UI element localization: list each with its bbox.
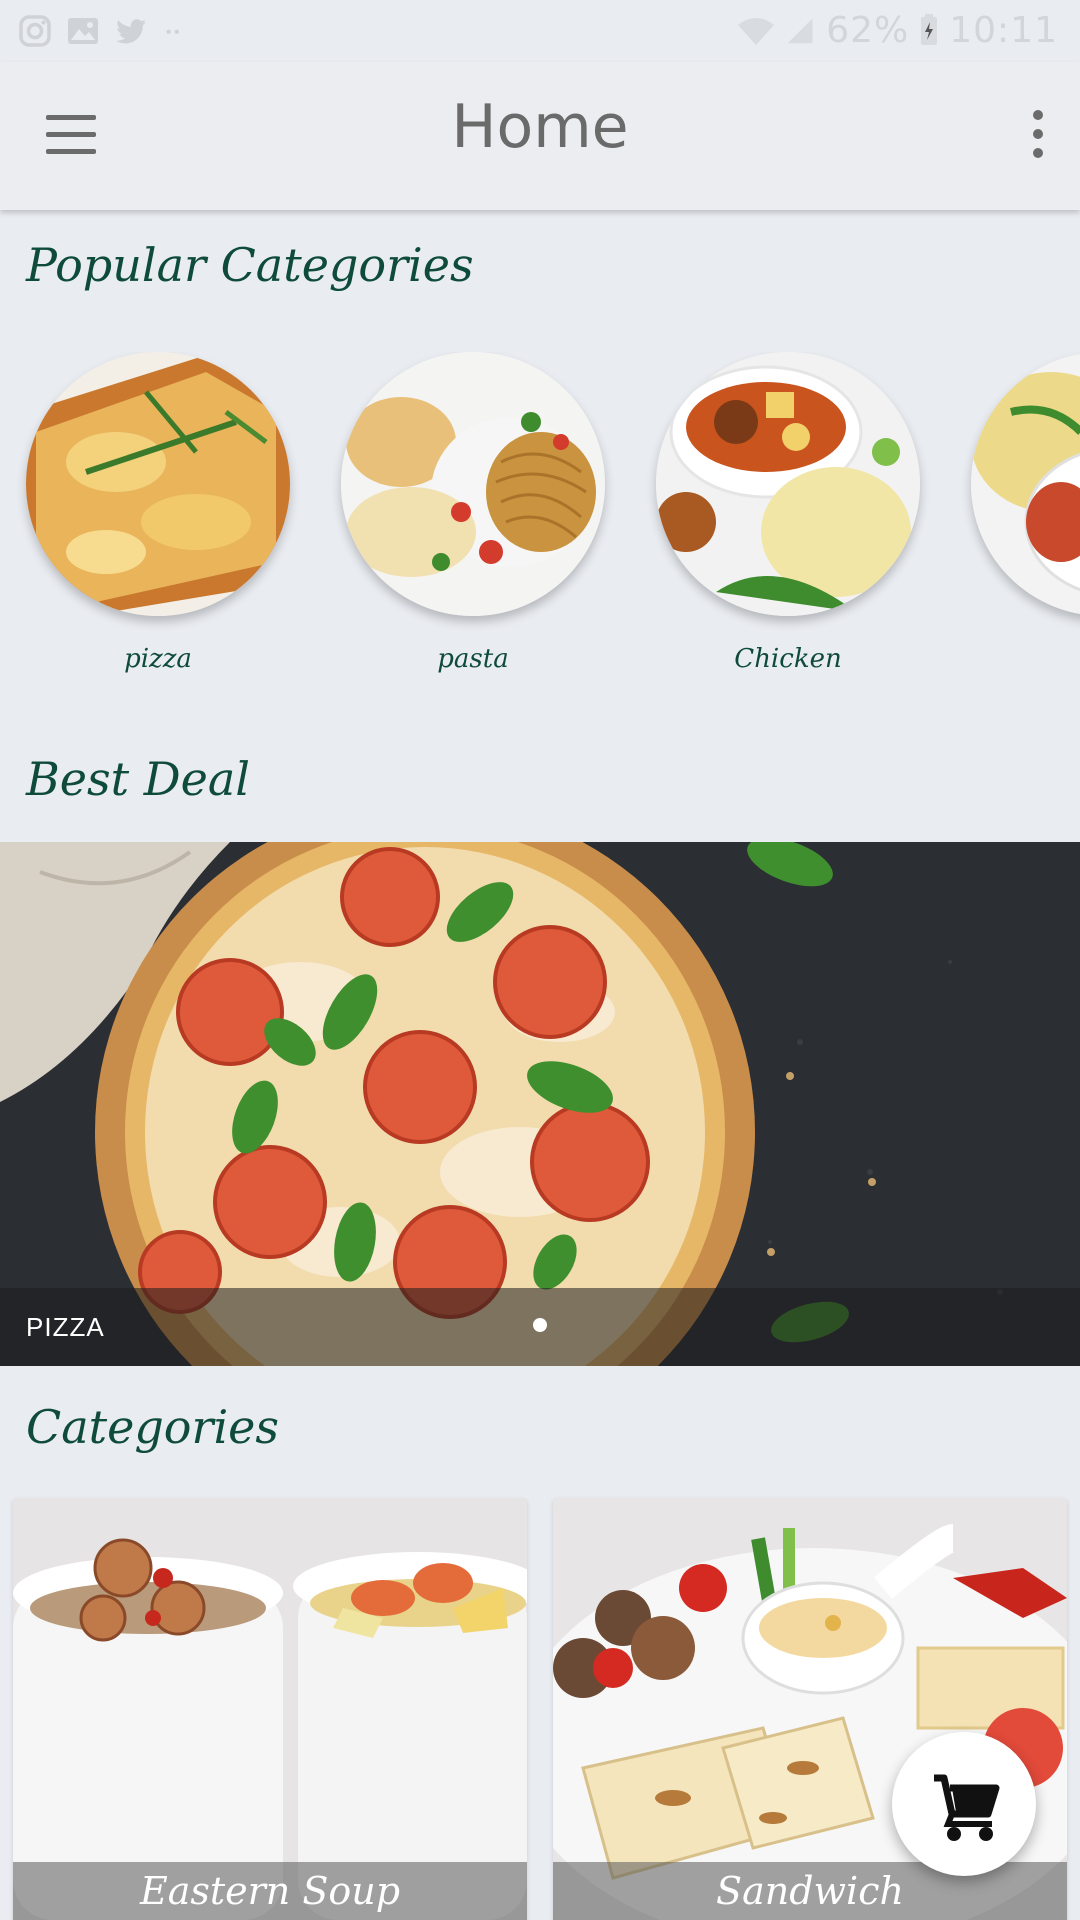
status-bar: 62% 10:11 — [0, 0, 1080, 62]
popular-categories-row[interactable]: pizza pasta Chicken — [0, 352, 1080, 692]
chicken-thumbnail — [656, 352, 920, 616]
pizza-thumbnail — [26, 352, 290, 616]
signal-icon — [787, 18, 813, 44]
clock: 10:11 — [949, 9, 1058, 51]
status-right-icons: 62% 10:11 — [736, 9, 1058, 51]
banner-caption-bar: PIZZA — [0, 1288, 1080, 1366]
rice-thumbnail — [971, 352, 1080, 616]
gallery-icon — [68, 18, 98, 44]
pasta-thumbnail — [341, 352, 605, 616]
popular-item-label: pasta — [437, 644, 509, 674]
status-left-icons — [18, 14, 190, 48]
battery-icon — [921, 14, 938, 45]
banner-caption: PIZZA — [26, 1312, 105, 1342]
instagram-icon — [19, 15, 51, 47]
wifi-icon — [738, 18, 775, 45]
popular-item-rice[interactable] — [971, 352, 1080, 644]
best-deal-banner[interactable]: PIZZA — [0, 842, 1080, 1366]
twitter-icon — [116, 19, 146, 44]
page-title: Home — [451, 92, 629, 162]
carousel-indicator-dot[interactable] — [533, 1318, 547, 1332]
more-vert-icon[interactable] — [1026, 110, 1050, 160]
eastern-soup-image — [13, 1498, 527, 1920]
battery-percent: 62% — [826, 9, 910, 51]
popular-item-label: Chicken — [734, 644, 842, 674]
popular-categories-heading: Popular Categories — [26, 238, 474, 292]
shopping-cart-icon — [934, 1774, 1000, 1841]
popular-item-label: pizza — [124, 644, 192, 674]
category-card-eastern-soup[interactable]: Eastern Soup — [13, 1498, 527, 1920]
popular-item-chicken[interactable]: Chicken — [656, 352, 920, 674]
app-bar: Home — [0, 62, 1080, 210]
more-dots-icon — [166, 29, 179, 34]
category-label: Eastern Soup — [13, 1862, 527, 1920]
popular-item-pizza[interactable]: pizza — [26, 352, 290, 674]
categories-heading: Categories — [26, 1400, 279, 1454]
popular-item-pasta[interactable]: pasta — [341, 352, 605, 674]
best-deal-heading: Best Deal — [26, 752, 250, 806]
cart-fab-button[interactable] — [892, 1732, 1036, 1876]
